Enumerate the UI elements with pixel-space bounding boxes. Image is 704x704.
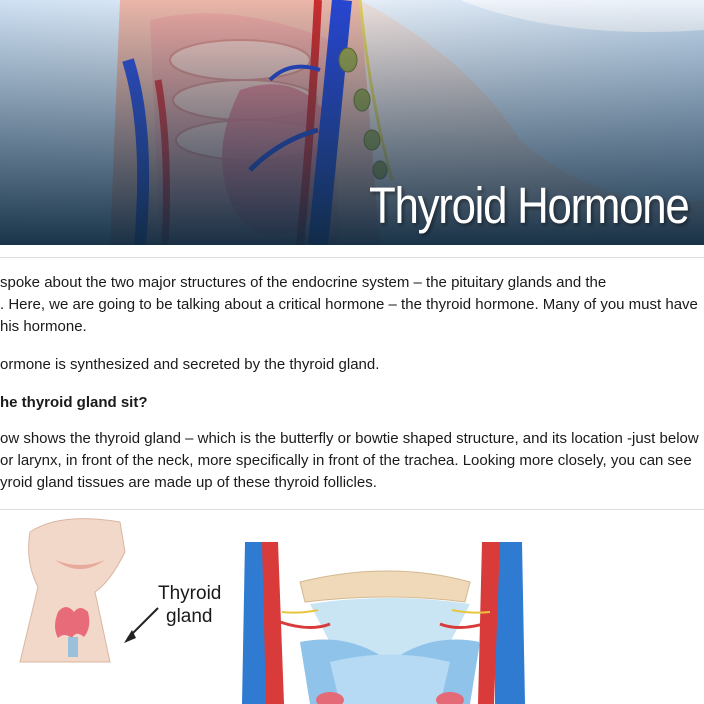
hero-title: Thyroid Hormone xyxy=(368,177,690,234)
synthesis-paragraph: ormone is synthesized and secreted by th… xyxy=(0,354,700,376)
text-line: spoke about the two major structures of … xyxy=(0,274,607,291)
text-line: his hormone. xyxy=(0,318,87,335)
intro-paragraph: spoke about the two major structures of … xyxy=(0,272,700,338)
divider xyxy=(0,257,704,258)
text-line: ormone is synthesized and secreted by th… xyxy=(0,356,380,373)
text-line: he thyroid gland sit? xyxy=(0,394,148,411)
text-line: or larynx, in front of the neck, more sp… xyxy=(0,452,692,469)
text-line: . Here, we are going to be talking about… xyxy=(0,296,698,313)
section-heading: he thyroid gland sit? xyxy=(0,392,700,414)
location-paragraph: ow shows the thyroid gland – which is th… xyxy=(0,428,700,494)
trachea-drawing xyxy=(240,542,530,704)
divider xyxy=(0,509,704,510)
thyroid-figure xyxy=(0,512,704,704)
label-line: Thyroid xyxy=(158,583,222,604)
neck-drawing xyxy=(19,518,159,663)
hero-banner: Thyroid Hormone xyxy=(0,0,704,245)
thyroid-illustration xyxy=(19,518,530,704)
text-line: yroid gland tissues are made up of these… xyxy=(0,474,377,491)
text-line: ow shows the thyroid gland – which is th… xyxy=(0,430,699,447)
thyroid-gland-label: Thyroid gland xyxy=(158,582,221,628)
label-line: gland xyxy=(166,606,213,627)
